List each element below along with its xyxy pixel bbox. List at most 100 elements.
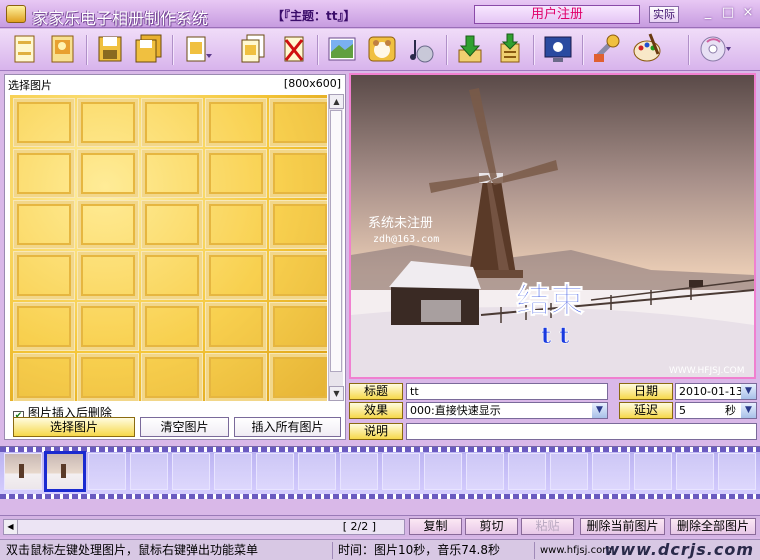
insert-page-button[interactable] (180, 32, 214, 66)
effect-select[interactable]: 000:直接快速显示 ▼ (406, 402, 608, 419)
image-slot[interactable] (270, 303, 327, 350)
filmstrip-empty-frame[interactable] (718, 453, 756, 490)
filmstrip-empty-frame[interactable] (550, 453, 588, 490)
scroll-left-icon[interactable]: ◀ (4, 520, 18, 534)
image-slot[interactable] (206, 150, 266, 197)
title-field[interactable]: tt (406, 383, 608, 400)
filmstrip-empty-frame[interactable] (676, 453, 714, 490)
maximize-icon[interactable]: □ (720, 5, 736, 21)
save-as-button[interactable] (131, 32, 165, 66)
register-button[interactable]: 用户注册 (474, 5, 640, 24)
image-select-panel: 选择图片 [800x600] ▲ ▼ ✔ 图片插入后删除 选择图片 清空图片 插… (4, 74, 346, 440)
image-slot[interactable] (78, 354, 138, 401)
actual-size-button[interactable]: 实际 (649, 6, 679, 23)
image-slot[interactable] (78, 252, 138, 299)
copy-button[interactable]: 复制 (409, 518, 462, 535)
image-slot[interactable] (78, 303, 138, 350)
image-slot[interactable] (206, 99, 266, 146)
description-label: 说明 (349, 423, 403, 440)
filmstrip-empty-frame[interactable] (130, 453, 168, 490)
filmstrip-empty-frame[interactable] (214, 453, 252, 490)
delay-field[interactable]: 5 秒 ▼ (675, 402, 757, 419)
filmstrip-empty-frame[interactable] (466, 453, 504, 490)
delete-current-image-button[interactable]: 删除当前图片 (580, 518, 665, 535)
disc-button[interactable] (698, 32, 732, 66)
background-button[interactable] (325, 32, 359, 66)
image-slot[interactable] (142, 150, 202, 197)
image-slot[interactable] (14, 252, 74, 299)
tools-button[interactable] (590, 32, 624, 66)
toolbar-separator (317, 35, 319, 65)
cut-button[interactable]: 剪切 (465, 518, 518, 535)
copy-page-button[interactable] (236, 32, 270, 66)
filmstrip-empty-frame[interactable] (298, 453, 336, 490)
image-slot[interactable] (78, 201, 138, 248)
image-slot[interactable] (14, 303, 74, 350)
screen-button[interactable] (541, 32, 575, 66)
horizontal-scrollbar[interactable]: ◀ [ 2/2 ] (3, 519, 405, 535)
clear-images-button[interactable]: 清空图片 (140, 417, 229, 437)
chevron-down-icon[interactable]: ▼ (741, 403, 756, 418)
scrollbar-thumb[interactable] (330, 110, 342, 372)
image-slot[interactable] (142, 201, 202, 248)
filmstrip[interactable] (0, 446, 760, 499)
filmstrip-empty-frame[interactable] (592, 453, 630, 490)
vertical-scrollbar[interactable]: ▲ ▼ (328, 94, 344, 401)
filmstrip-empty-frame[interactable] (256, 453, 294, 490)
filmstrip-empty-frame[interactable] (508, 453, 546, 490)
filmstrip-empty-frame[interactable] (382, 453, 420, 490)
image-slot[interactable] (206, 354, 266, 401)
preview-panel[interactable]: 系统未注册 zdh@163.com 结束 tt WWW.HFJSJ.COM (349, 73, 756, 379)
music-note-icon (410, 40, 434, 63)
description-field[interactable] (406, 423, 757, 440)
floppy-icon (98, 36, 122, 62)
chevron-down-icon[interactable]: ▼ (741, 384, 756, 399)
image-slot[interactable] (142, 252, 202, 299)
filmstrip-page-thumbnail[interactable] (4, 453, 42, 490)
filmstrip-empty-frame[interactable] (172, 453, 210, 490)
image-slot[interactable] (142, 303, 202, 350)
paint-palette-icon (633, 33, 661, 62)
filmstrip-page-thumbnail[interactable] (44, 451, 86, 492)
export-button[interactable] (493, 32, 527, 66)
close-icon[interactable]: × (740, 5, 756, 21)
delete-page-button[interactable] (277, 32, 311, 66)
image-slot[interactable] (270, 252, 327, 299)
minimize-icon[interactable]: _ (700, 5, 716, 21)
image-slot[interactable] (14, 201, 74, 248)
image-slot[interactable] (206, 252, 266, 299)
image-slot[interactable] (270, 99, 327, 146)
image-slot[interactable] (270, 150, 327, 197)
chevron-down-icon[interactable]: ▼ (592, 403, 607, 418)
new-album-button[interactable] (7, 32, 41, 66)
image-slot[interactable] (14, 99, 74, 146)
image-slot[interactable] (78, 150, 138, 197)
paste-button[interactable]: 粘贴 (521, 518, 574, 535)
image-slot[interactable] (78, 99, 138, 146)
image-slot[interactable] (206, 303, 266, 350)
image-slot[interactable] (206, 201, 266, 248)
delete-all-images-button[interactable]: 删除全部图片 (670, 518, 756, 535)
filmstrip-empty-frame[interactable] (424, 453, 462, 490)
download-button[interactable] (453, 32, 487, 66)
scroll-down-icon[interactable]: ▼ (329, 386, 344, 401)
frame-button[interactable] (365, 32, 399, 66)
image-slot[interactable] (142, 354, 202, 401)
paint-button[interactable] (630, 32, 664, 66)
image-slot[interactable] (270, 201, 327, 248)
image-slot[interactable] (14, 150, 74, 197)
date-field[interactable]: 2010-01-13 ▼ (675, 383, 757, 400)
image-slot[interactable] (270, 354, 327, 401)
music-button[interactable] (405, 32, 439, 66)
image-slot[interactable] (142, 99, 202, 146)
image-slot[interactable] (14, 354, 74, 401)
insert-all-images-button[interactable]: 插入所有图片 (234, 417, 341, 437)
open-album-button[interactable] (45, 32, 79, 66)
theme-label: 【『主题：tt』】 (272, 9, 356, 23)
filmstrip-empty-frame[interactable] (340, 453, 378, 490)
filmstrip-empty-frame[interactable] (88, 453, 126, 490)
scroll-up-icon[interactable]: ▲ (329, 94, 344, 109)
filmstrip-empty-frame[interactable] (634, 453, 672, 490)
save-button[interactable] (93, 32, 127, 66)
select-image-button[interactable]: 选择图片 (13, 417, 135, 437)
